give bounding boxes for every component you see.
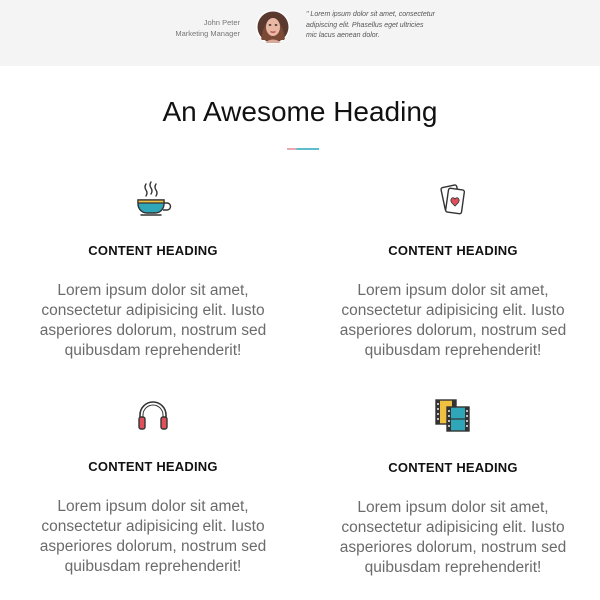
page-title: An Awesome Heading bbox=[162, 96, 438, 127]
card-heading: CONTENT HEADING bbox=[388, 460, 518, 475]
testimonial-author: John Peter Marketing Manager bbox=[160, 17, 240, 39]
playing-cards-icon bbox=[433, 180, 473, 220]
film-strip-icon bbox=[433, 397, 473, 437]
author-name: John Peter bbox=[203, 18, 240, 27]
card-heading: CONTENT HEADING bbox=[88, 459, 218, 474]
coffee-cup-icon bbox=[133, 180, 173, 220]
card-heading: CONTENT HEADING bbox=[388, 243, 518, 258]
card-heading: CONTENT HEADING bbox=[88, 243, 218, 258]
card-body: Lorem ipsum dolor sit amet, consectetur … bbox=[339, 499, 567, 576]
card-body: Lorem ipsum dolor sit amet, consectetur … bbox=[39, 498, 267, 575]
testimonial-bar: John Peter Marketing Manager " Lorem ips… bbox=[0, 0, 600, 66]
card-body: Lorem ipsum dolor sit amet, consectetur … bbox=[339, 282, 567, 359]
card-body: Lorem ipsum dolor sit amet, consectetur … bbox=[39, 282, 267, 359]
avatar bbox=[256, 10, 290, 44]
author-title: Marketing Manager bbox=[175, 29, 240, 38]
testimonial-quote: " Lorem ipsum dolor sit amet, consectetu… bbox=[306, 11, 435, 39]
heading-divider bbox=[287, 148, 319, 150]
headphones-icon bbox=[133, 396, 173, 436]
avatar-image bbox=[256, 10, 290, 44]
